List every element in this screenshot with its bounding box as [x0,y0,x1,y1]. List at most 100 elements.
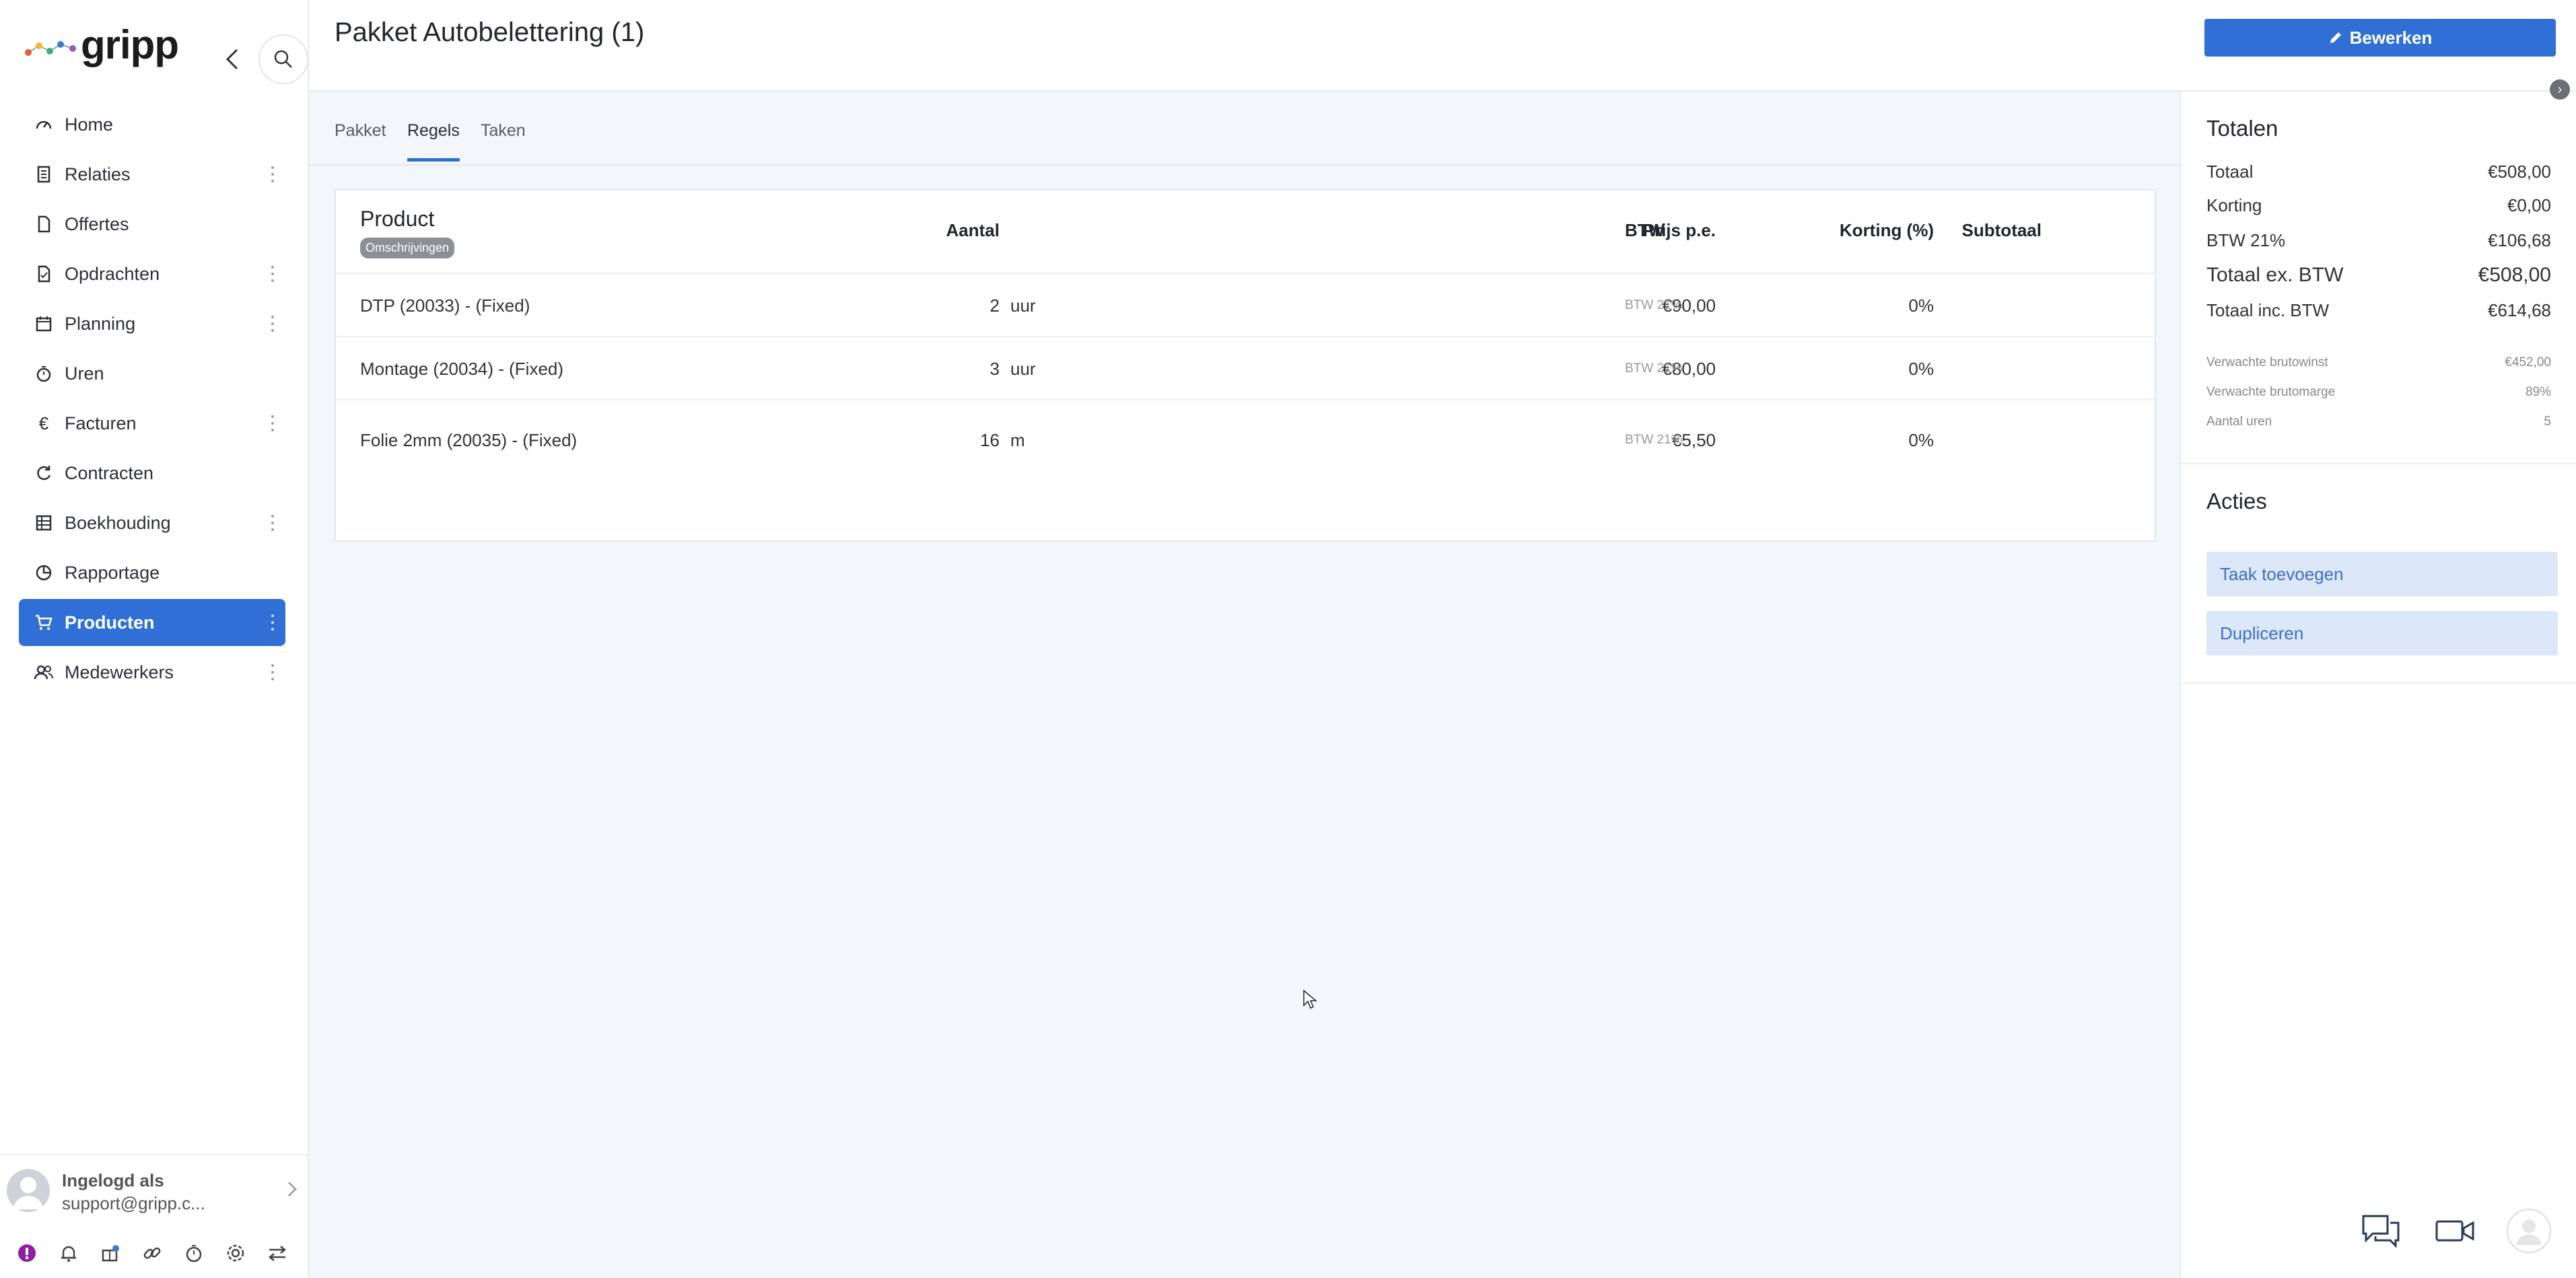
user-email: support@gripp.c... [62,1193,205,1213]
more-vertical-icon[interactable] [269,264,276,284]
totals-row-total: Totaal €508,00 [2206,162,2551,182]
totals-label: Totaal [2206,162,2254,182]
edit-button[interactable]: Bewerken [2204,19,2556,57]
search-button[interactable] [258,34,308,84]
duplicate-button[interactable]: Dupliceren [2206,611,2558,655]
gift-icon[interactable] [98,1241,123,1265]
row-quantity: 3 [989,359,1000,379]
sidebar-item-label: Offertes [65,213,129,234]
logo-text: gripp [81,22,179,67]
sidebar-item-relaties[interactable]: Relaties [19,151,285,198]
add-task-button[interactable]: Taak toevoegen [2206,552,2558,596]
row-unit: m [1010,430,1025,450]
tab-bar: Pakket Regels Taken [309,92,2180,166]
product-lines-table: Product Omschrijvingen Aantal Prijs p.e.… [335,189,2311,542]
page-header: Pakket Autobelettering (1) Bewerken [309,0,2576,92]
stat-value: 89% [2525,385,2551,399]
sidebar-item-offertes[interactable]: Offertes [19,201,285,248]
user-menu[interactable]: Ingelogd als support@gripp.c... [0,1154,308,1223]
totals-row-inc-vat: Totaal inc. BTW €614,68 [2206,300,2551,321]
row-btw: BTW 21% [1625,361,1683,376]
more-vertical-icon[interactable] [269,513,276,533]
more-vertical-icon[interactable] [269,612,276,633]
user-label: Ingelogd als [62,1170,164,1191]
stopwatch-icon[interactable] [182,1241,206,1265]
sidebar-item-boekhouding[interactable]: Boekhouding [19,499,285,546]
sidebar-item-planning[interactable]: Planning [19,300,285,347]
actions-title: Acties [2206,489,2267,513]
row-price: €5,50 [1671,430,1716,450]
divider [2181,463,2576,464]
chevron-left-icon [225,48,238,70]
descriptions-toggle[interactable]: Omschrijvingen [360,238,455,258]
sidebar-item-label: Boekhouding [65,512,171,533]
chevron-right-icon[interactable]: › [2550,79,2570,100]
row-btw: BTW 21% [1625,433,1683,447]
row-product: Folie 2mm (20035) - (Fixed) [360,430,578,450]
totals-value: €508,00 [2488,162,2551,182]
avatar [7,1169,50,1212]
sidebar-item-label: Producten [65,612,155,633]
support-widgets [2354,1204,2556,1258]
sidebar-item-producten[interactable]: Producten [19,599,285,646]
tab-taken[interactable]: Taken [481,121,526,162]
sidebar: gripp Home Relaties Offertes Opdrachten [0,0,309,1278]
stat-gross-profit: Verwachte brutowinst €452,00 [2206,355,2551,370]
totals-value: €614,68 [2488,300,2551,320]
row-quantity: 2 [989,295,1000,316]
bell-icon[interactable] [57,1241,81,1265]
dashboard-icon [34,114,54,135]
row-unit: uur [1010,359,1036,379]
sidebar-item-contracten[interactable]: Contracten [19,450,285,497]
table-row[interactable]: Montage (20034) - (Fixed) 3 uur €80,00 0… [336,336,2311,400]
sidebar-item-rapportage[interactable]: Rapportage [19,549,285,596]
stat-hours: Aantal uren 5 [2206,415,2551,429]
totals-panel: › Totalen Totaal €508,00 Korting €0,00 B… [2180,79,2576,1278]
stat-label: Aantal uren [2206,415,2272,429]
more-vertical-icon[interactable] [269,164,276,184]
sidebar-item-medewerkers[interactable]: Medewerkers [19,649,285,696]
sidebar-item-label: Opdrachten [65,263,160,284]
column-header-btw: BTW [1625,220,1665,240]
totals-value: €106,68 [2488,230,2551,250]
grid-icon [34,513,54,533]
tab-pakket[interactable]: Pakket [335,121,386,162]
sidebar-item-label: Contracten [65,462,154,483]
stat-value: 5 [2544,415,2551,429]
sidebar-item-facturen[interactable]: € Facturen [19,400,285,447]
video-icon[interactable] [2428,1204,2482,1258]
totals-row-ex-vat: Totaal ex. BTW €508,00 [2206,264,2551,287]
column-header-quantity: Aantal [946,220,1000,240]
more-vertical-icon[interactable] [269,413,276,433]
stat-gross-margin: Verwachte brutomarge 89% [2206,385,2551,400]
sidebar-item-uren[interactable]: Uren [19,350,285,397]
switch-icon[interactable] [265,1241,289,1265]
gear-icon[interactable] [223,1241,248,1265]
totals-label: BTW 21% [2206,230,2286,250]
chat-icon[interactable] [2354,1204,2408,1258]
sidebar-item-label: Home [65,114,114,135]
pencil-icon [2330,32,2341,43]
sidebar-nav: Home Relaties Offertes Opdrachten Planni… [19,101,285,699]
logo-dots-icon [25,41,76,56]
sidebar-item-label: Rapportage [65,562,160,583]
building-icon [34,164,54,184]
logo[interactable]: gripp [24,19,308,84]
support-avatar-icon[interactable] [2502,1204,2556,1258]
row-btw: BTW 21% [1625,298,1683,312]
alert-icon[interactable] [15,1241,39,1265]
link-icon[interactable] [140,1241,164,1265]
sidebar-item-label: Relaties [65,164,131,184]
table-row[interactable]: Folie 2mm (20035) - (Fixed) 16 m €5,50 0… [336,399,2311,477]
more-vertical-icon[interactable] [269,314,276,334]
tab-regels[interactable]: Regels [407,121,460,162]
users-icon [34,662,54,682]
euro-icon: € [38,413,49,433]
more-vertical-icon[interactable] [269,662,276,682]
collapse-sidebar-button[interactable] [219,46,246,73]
table-row[interactable]: DTP (20033) - (Fixed) 2 uur €90,00 0% BT… [336,273,2311,337]
sidebar-item-home[interactable]: Home [19,101,285,148]
sidebar-item-label: Facturen [65,413,137,433]
sidebar-item-opdrachten[interactable]: Opdrachten [19,250,285,297]
totals-title: Totalen [2206,116,2278,141]
